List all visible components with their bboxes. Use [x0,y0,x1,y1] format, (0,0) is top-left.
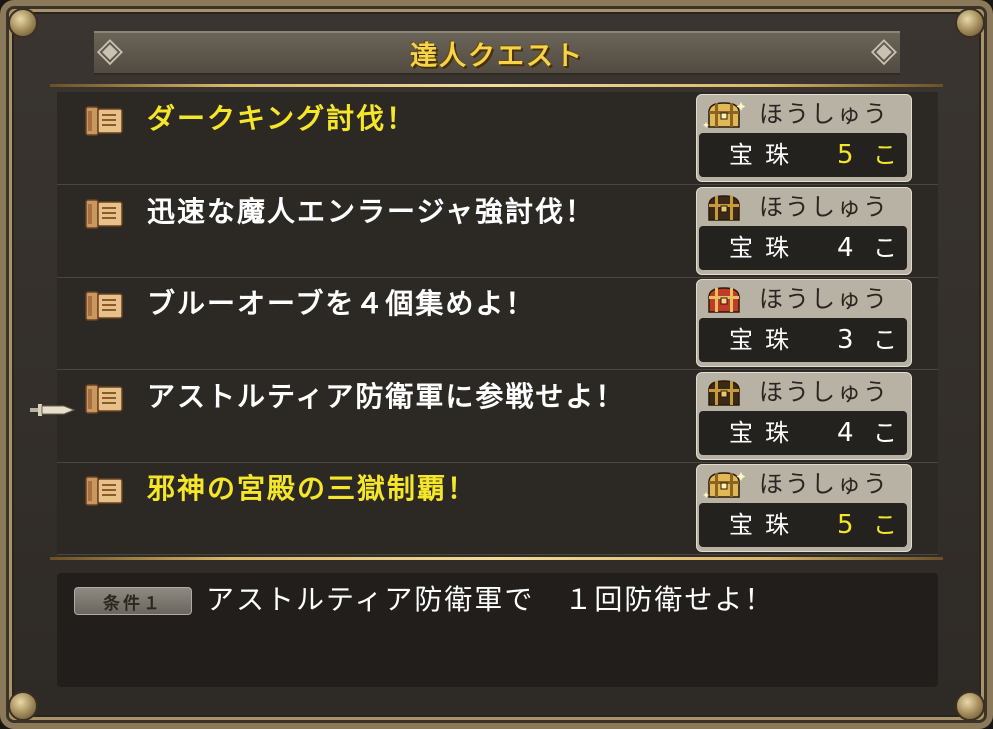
reward-detail: 宝珠 3 こ [699,318,907,362]
quest-title: 迅速な魔人エンラージャ強討伐！ [147,194,596,228]
quest-row[interactable]: ブルーオーブを４個集めよ！ ほうしゅう宝珠 3 こ [57,277,938,370]
reward-count: 5 [837,140,858,170]
quest-row[interactable]: 迅速な魔人エンラージャ強討伐！ ほうしゅう宝珠 4 こ [57,185,938,278]
quest-scroll-icon [85,476,123,506]
divider-bottom [50,557,943,560]
title-bar: 達人クエスト [94,31,900,75]
quest-scroll-icon [85,106,123,136]
quest-list: ダークキング討伐！ ほうしゅう 宝珠 5 こ迅速な魔人エンラージャ強討伐！ ほうしゅう 宝珠… [57,92,938,555]
diamond-ornament-icon: ◈ [870,30,898,70]
reward-box: ほうしゅう宝珠 4 こ [696,186,912,275]
corner-ornament-top-right [955,8,985,38]
reward-count: 3 [837,325,858,355]
reward-header: ほうしゅう [697,280,911,318]
reward-label: ほうしゅう [759,285,889,313]
reward-detail: 宝珠 4 こ [699,225,907,270]
reward-box: ほうしゅう宝珠 5 こ [696,94,912,182]
red-chest-icon [708,287,740,313]
quest-scroll-icon [85,291,123,321]
reward-detail: 宝珠 5 こ [699,503,907,547]
window-title: 達人クエスト [410,40,584,72]
reward-header: ほうしゅう [697,373,911,411]
black-chest-icon [708,379,740,406]
reward-box: ほうしゅう宝珠 5 こ [696,464,912,552]
reward-box: ほうしゅう宝珠 3 こ [696,279,912,367]
quest-title: 邪神の宮殿の三獄制覇！ [147,472,478,505]
reward-unit: こ [873,418,897,447]
reward-label: ほうしゅう [759,192,889,221]
condition-badge: 条件１ [74,587,192,615]
reward-count: 4 [837,232,858,263]
black-chest-icon [708,194,740,221]
reward-label: ほうしゅう [759,377,889,406]
reward-box: ほうしゅう宝珠 4 こ [696,371,912,460]
quest-row[interactable]: 邪神の宮殿の三獄制覇！ ほうしゅう宝珠 5 こ [57,462,938,555]
reward-item-name: 宝珠 [729,233,801,262]
reward-item-name: 宝珠 [729,511,801,539]
condition-text: アストルティア防衛軍で １回防衛せよ！ [206,583,775,616]
corner-ornament-bottom-left [8,691,38,721]
selection-cursor-icon [30,404,76,416]
reward-item-name: 宝珠 [729,418,801,447]
quest-scroll-icon [85,383,123,414]
reward-unit: こ [873,326,897,354]
reward-count: 4 [837,417,858,448]
reward-unit: こ [873,511,897,539]
condition-panel: 条件１ アストルティア防衛軍で １回防衛せよ！ [57,573,938,687]
corner-ornament-top-left [8,8,38,38]
reward-detail: 宝珠 4 こ [699,410,907,455]
reward-item-name: 宝珠 [729,326,801,354]
quest-title: アストルティア防衛軍に参戦せよ！ [147,379,626,413]
reward-count: 5 [837,510,858,540]
reward-item-name: 宝珠 [729,141,801,169]
reward-unit: こ [873,233,897,262]
reward-unit: こ [873,141,897,169]
reward-header: ほうしゅう [697,95,911,133]
reward-label: ほうしゅう [759,470,889,498]
reward-detail: 宝珠 5 こ [699,133,907,177]
quest-title: ブルーオーブを４個集めよ！ [147,287,536,320]
quest-row[interactable]: アストルティア防衛軍に参戦せよ！ ほうしゅう宝珠 4 こ [57,370,938,463]
diamond-ornament-icon: ◈ [96,30,124,70]
quest-scroll-icon [85,198,123,229]
gold-chest-icon [703,472,745,498]
reward-label: ほうしゅう [759,100,889,128]
gold-chest-icon [703,102,745,128]
quest-title: ダークキング討伐！ [147,102,417,135]
reward-header: ほうしゅう [697,465,911,503]
corner-ornament-bottom-right [955,691,985,721]
reward-header: ほうしゅう [697,188,911,226]
divider-top [50,84,943,87]
quest-row[interactable]: ダークキング討伐！ ほうしゅう宝珠 5 こ [57,92,938,185]
